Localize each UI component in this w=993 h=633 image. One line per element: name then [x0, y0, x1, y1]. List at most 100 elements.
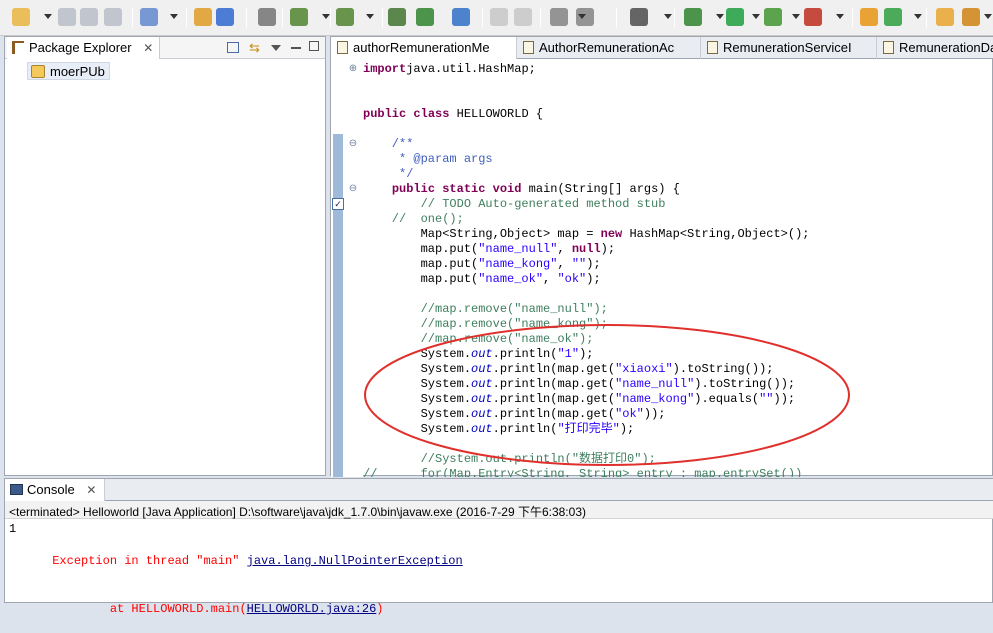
editor-tab-4[interactable]: RemunerationDa [877, 37, 993, 59]
run-icon[interactable] [416, 8, 434, 26]
tree-item-project[interactable]: moerPUb [27, 62, 110, 80]
external-tools-icon[interactable] [804, 8, 822, 26]
code-line: /** [363, 137, 414, 152]
tab-package-explorer[interactable]: Package Explorer ✕ [7, 37, 161, 59]
toolbar-separator [246, 8, 247, 28]
code-line: // TODO Auto-generated method stub [363, 197, 666, 212]
task-marker-icon[interactable]: ✓ [332, 198, 344, 210]
dropdown-arrow-icon[interactable] [716, 14, 724, 19]
project-name: moerPUb [50, 64, 105, 79]
close-icon[interactable]: ✕ [143, 41, 153, 55]
code-token: out [471, 422, 493, 436]
code-token: HELLOWORLD { [449, 107, 544, 121]
collapse-fold-icon[interactable]: ⊖ [348, 184, 358, 194]
expand-fold-icon[interactable]: ⊕ [348, 64, 358, 74]
code-line: System.out.println("打印完毕"); [363, 422, 635, 437]
code-line: // one(); [363, 212, 464, 227]
java-file-icon [707, 41, 718, 54]
collapse-fold-icon[interactable]: ⊖ [348, 139, 358, 149]
java-file-icon [883, 41, 894, 54]
code-token: "name_kong" [615, 392, 695, 406]
new-java-project-icon[interactable] [860, 8, 878, 26]
editor-tab-3[interactable]: RemunerationServiceI [701, 37, 877, 59]
new-wizard-icon[interactable] [140, 8, 158, 26]
package-explorer-icon [12, 41, 24, 54]
print-icon[interactable] [104, 8, 122, 26]
coverage-icon[interactable] [764, 8, 782, 26]
link-with-editor-icon[interactable]: ⇆ [249, 40, 260, 56]
code-token: out [471, 377, 493, 391]
run-icon[interactable] [726, 8, 744, 26]
code-line: // for(Map.Entry<String, String> entry :… [363, 467, 802, 477]
new-icon[interactable] [12, 8, 30, 26]
code-token: ).toString()); [694, 377, 796, 391]
forward-icon[interactable] [514, 8, 532, 26]
toolbar-separator [282, 8, 283, 28]
maximize-icon[interactable] [309, 41, 319, 51]
search-icon[interactable] [336, 8, 354, 26]
dropdown-arrow-icon[interactable] [578, 14, 586, 19]
dropdown-arrow-icon[interactable] [792, 14, 800, 19]
dropdown-arrow-icon[interactable] [914, 14, 922, 19]
stack-suffix: ) [376, 602, 384, 616]
code-line: //map.remove("name_ok"); [363, 332, 594, 347]
editor-tab-label: RemunerationServiceI [723, 40, 852, 55]
screenshot-icon[interactable] [630, 8, 648, 26]
task-icon[interactable] [550, 8, 568, 26]
globe-icon[interactable] [452, 8, 470, 26]
code-line: //map.remove("name_null"); [363, 302, 608, 317]
code-token: new [600, 227, 623, 241]
code-area[interactable]: importjava.util.HashMap; public class HEL… [363, 59, 993, 477]
console-output[interactable]: 1 Exception in thread "main" java.lang.N… [9, 521, 463, 633]
code-token: "ok" [615, 407, 644, 421]
back-icon[interactable] [490, 8, 508, 26]
package-icon[interactable] [194, 8, 212, 26]
build-icon[interactable] [388, 8, 406, 26]
java-file-icon [523, 41, 534, 54]
code-line: importjava.util.HashMap; [363, 62, 536, 77]
dropdown-arrow-icon[interactable] [836, 14, 844, 19]
toolbar-separator [674, 8, 675, 28]
code-token: // for(Map.Entry<String, String> entry :… [363, 467, 803, 477]
editor-tab-1[interactable]: authorRemunerationMe [331, 37, 517, 59]
collapse-all-icon[interactable] [227, 42, 239, 53]
refresh-icon[interactable] [884, 8, 902, 26]
open-type-icon[interactable] [290, 8, 308, 26]
toolbar-separator [382, 8, 383, 28]
dropdown-arrow-icon[interactable] [664, 14, 672, 19]
minimize-icon[interactable] [291, 47, 301, 49]
console-view: Console ✕ <terminated> Helloworld [Java … [4, 478, 993, 616]
dropdown-arrow-icon[interactable] [366, 14, 374, 19]
exception-prefix: Exception in thread "main" [52, 554, 247, 568]
debug-icon[interactable] [684, 8, 702, 26]
exception-class-link[interactable]: java.lang.NullPointerException [247, 554, 463, 568]
code-token: Map<String,Object> map = [363, 227, 601, 241]
dropdown-arrow-icon[interactable] [984, 14, 992, 19]
editor-tab-label: AuthorRemunerationAc [539, 40, 675, 55]
dropdown-arrow-icon[interactable] [170, 14, 178, 19]
stack-location-link[interactable]: HELLOWORLD.java:26 [247, 602, 377, 616]
dropdown-arrow-icon[interactable] [322, 14, 330, 19]
code-token: , [557, 242, 572, 256]
server-icon[interactable] [258, 8, 276, 26]
class-icon[interactable] [216, 8, 234, 26]
open-folder-icon[interactable] [936, 8, 954, 26]
editor-tab-2[interactable]: AuthorRemunerationAc [517, 37, 701, 59]
view-menu-icon[interactable] [271, 45, 281, 51]
code-line: public class HELLOWORLD { [363, 107, 543, 122]
pin-icon[interactable] [962, 8, 980, 26]
save-icon[interactable] [58, 8, 76, 26]
code-token: .println(map.get( [492, 407, 616, 421]
code-token: "name_null" [478, 242, 558, 256]
code-token: "xiaoxi" [615, 362, 673, 376]
code-token: "name_kong" [478, 257, 558, 271]
save-all-icon[interactable] [80, 8, 98, 26]
close-icon[interactable]: ✕ [86, 483, 96, 497]
toolbar-separator [482, 8, 483, 28]
dropdown-arrow-icon[interactable] [752, 14, 760, 19]
dropdown-arrow-icon[interactable] [44, 14, 52, 19]
code-token: "打印完毕" [557, 422, 620, 436]
code-token: out [471, 362, 493, 376]
tab-console[interactable]: Console ✕ [5, 479, 106, 501]
